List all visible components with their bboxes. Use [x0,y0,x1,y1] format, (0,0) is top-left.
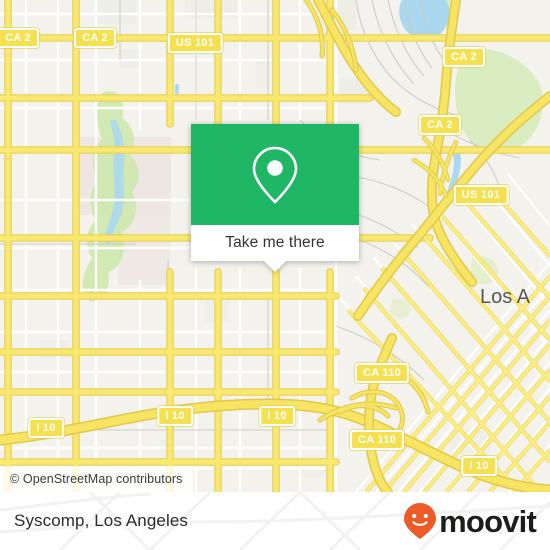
callout-tail [264,261,286,272]
take-me-there-button[interactable]: Take me there [191,225,359,261]
moovit-wordmark: moovit [439,503,537,539]
map-attribution: © OpenStreetMap contributors [0,466,193,492]
take-me-there-label: Take me there [225,234,325,251]
location-callout[interactable]: Take me there [191,124,359,272]
moovit-map-screen: Los A CA 2 CA 2 US 101 CA 2 CA 2 US 101 CA 110… [0,0,550,550]
moovit-pin-icon [404,503,437,539]
callout-icon-panel [191,124,359,225]
location-title: Syscomp, Los Angeles [14,511,188,530]
map-place-label-los-angeles: Los A [480,286,531,308]
map-canvas[interactable]: Los A CA 2 CA 2 US 101 CA 2 CA 2 US 101 CA 110… [0,0,550,492]
moovit-logo: moovit [403,502,537,540]
svg-text:Los A: Los A [480,286,531,308]
footer-bar: Syscomp, Los Angeles moovit [0,492,550,550]
map-pin-icon [252,146,298,204]
attribution-text: © OpenStreetMap contributors [10,472,183,486]
